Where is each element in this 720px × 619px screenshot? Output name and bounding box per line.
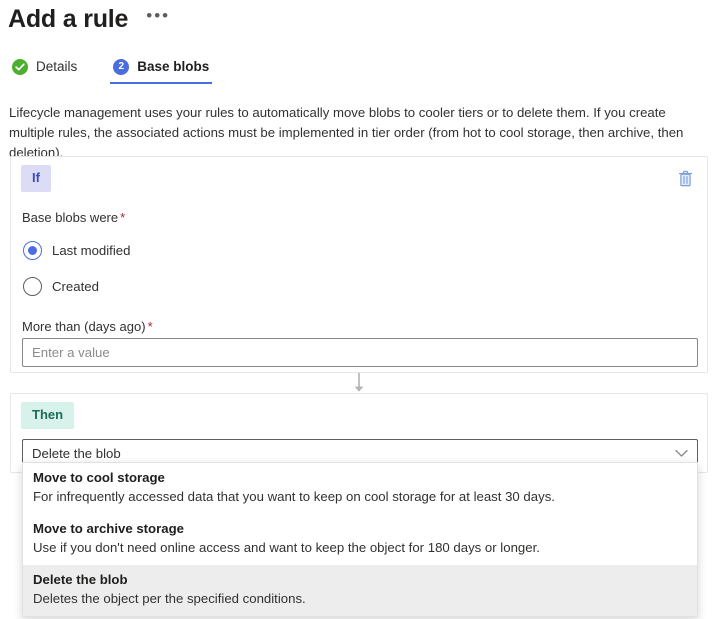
dropdown-option-description: For infrequently accessed data that you … [33,487,687,507]
dropdown-option-title: Delete the blob [33,570,687,589]
tab-base-blobs-label: Base blobs [137,58,209,76]
dropdown-option-description: Use if you don't need online access and … [33,538,687,558]
if-badge: If [21,165,51,192]
then-action-panel: Then Delete the blob [10,393,708,473]
required-asterisk: * [148,319,153,334]
required-asterisk: * [120,210,125,225]
radio-created-control[interactable] [23,277,42,296]
base-blobs-label-text: Base blobs were [22,210,118,225]
days-ago-input[interactable] [22,338,698,367]
base-blobs-label: Base blobs were* [22,209,125,227]
action-select-value: Delete the blob [32,445,675,463]
radio-created-label: Created [52,278,99,296]
radio-last-modified-control[interactable] [23,241,42,260]
dropdown-option-description: Deletes the object per the specified con… [33,589,687,609]
page-description: Lifecycle management uses your rules to … [9,103,713,163]
flow-connector-arrow-icon [351,373,367,393]
if-condition-panel: If Base blobs were* Last modified Create… [10,156,708,373]
then-badge: Then [21,402,74,429]
dropdown-option-move-to-cool-storage[interactable]: Move to cool storage For infrequently ac… [23,463,697,514]
radio-last-modified-label: Last modified [52,242,130,260]
page-header: Add a rule ••• [8,0,174,38]
action-dropdown-list[interactable]: Move to cool storage For infrequently ac… [22,462,698,617]
more-options-icon[interactable]: ••• [142,7,174,31]
tab-base-blobs[interactable]: 2 Base blobs [110,58,212,84]
radio-created[interactable]: Created [23,277,99,296]
more-than-days-label: More than (days ago)* [22,318,153,336]
trash-icon[interactable] [674,167,696,189]
wizard-tabs: Details 2 Base blobs [9,58,212,90]
step-number-badge: 2 [113,59,129,75]
page-title: Add a rule [8,3,128,35]
radio-last-modified-dot [28,246,37,255]
dropdown-option-title: Move to archive storage [33,519,687,538]
add-rule-page: Add a rule ••• Details 2 Base blobs Life… [0,0,720,619]
dropdown-option-title: Move to cool storage [33,468,687,487]
more-than-days-label-text: More than (days ago) [22,319,146,334]
tab-details-label: Details [36,58,77,76]
radio-last-modified[interactable]: Last modified [23,241,130,260]
check-circle-icon [12,59,28,75]
tab-details[interactable]: Details [9,58,80,84]
chevron-down-icon[interactable] [675,449,688,458]
dropdown-option-move-to-archive-storage[interactable]: Move to archive storage Use if you don't… [23,514,697,565]
dropdown-option-delete-the-blob[interactable]: Delete the blob Deletes the object per t… [23,565,697,616]
